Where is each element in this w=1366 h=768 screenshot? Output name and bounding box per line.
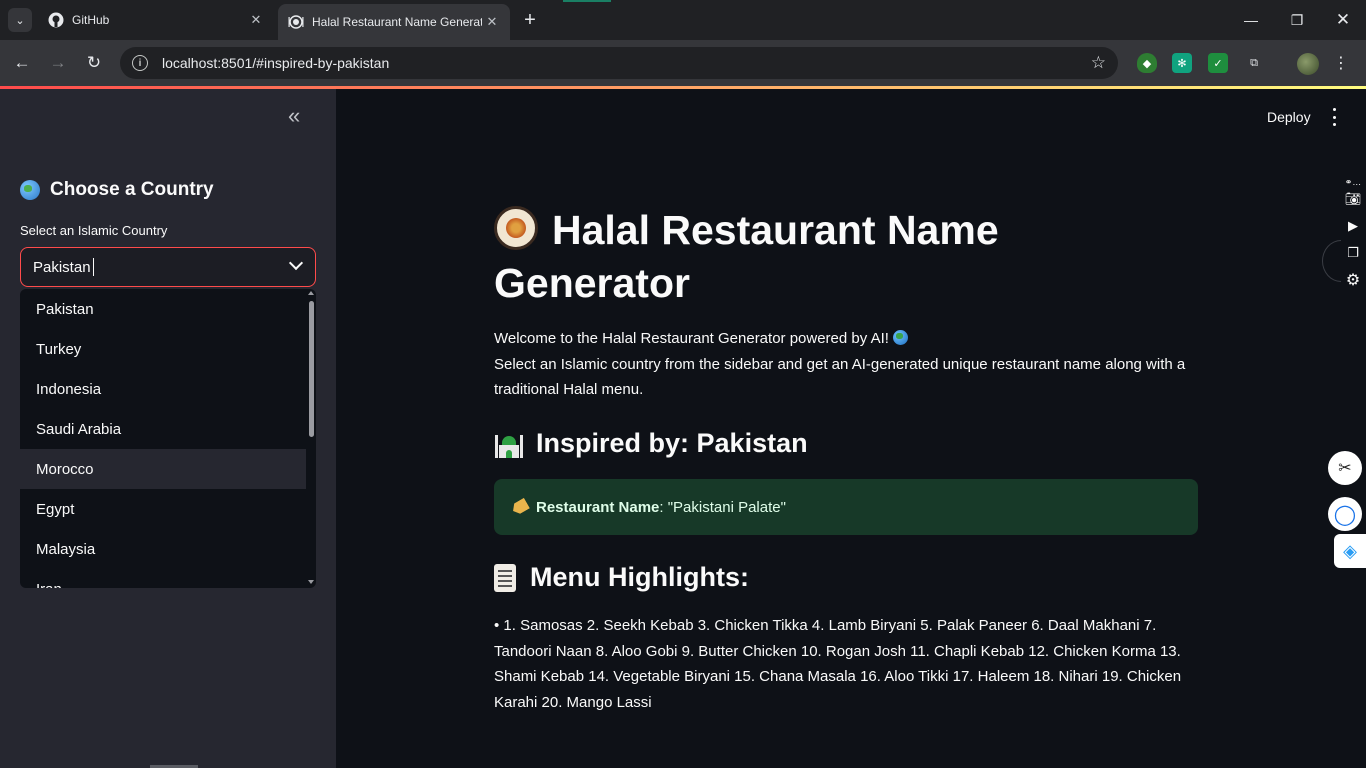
collapse-sidebar-icon[interactable]: « (288, 105, 300, 127)
dropdown-option-saudi-arabia[interactable]: Saudi Arabia (20, 409, 306, 449)
tab-github[interactable]: GitHub ✕ (38, 4, 274, 36)
url-text[interactable]: localhost:8501/#inspired-by-pakistan (162, 55, 389, 71)
label-tag-icon (510, 498, 530, 516)
new-tab-button[interactable]: + (518, 8, 542, 32)
chat-bubble-icon: ◯ (1333, 503, 1357, 526)
welcome-line-1: Welcome to the Halal Restaurant Generato… (494, 330, 889, 347)
menu-heading: Menu Highlights: (494, 562, 749, 593)
close-icon[interactable]: ✕ (246, 12, 266, 28)
restaurant-name-alert: Restaurant Name: "Pakistani Palate" (494, 479, 1198, 535)
main-menu-icon[interactable] (1326, 108, 1342, 126)
browser-toolbar: ← → ↻ i localhost:8501/#inspired-by-paki… (0, 40, 1366, 86)
tab-search-button[interactable]: ⌄ (8, 8, 32, 32)
video-camera-icon[interactable]: ▶ (1344, 218, 1362, 234)
dropdown-option-egypt[interactable]: Egypt (20, 489, 306, 529)
scroll-down-arrow[interactable] (308, 580, 314, 584)
address-bar[interactable]: i localhost:8501/#inspired-by-pakistan ☆ (120, 47, 1118, 79)
sidebar-header: Choose a Country (20, 179, 214, 201)
chevron-down-icon: ⌄ (15, 14, 25, 27)
chat-assistant-button[interactable]: ◯ (1328, 497, 1362, 531)
restaurant-name-value: : "Pakistani Palate" (659, 498, 786, 516)
country-select-value[interactable]: Pakistan (33, 259, 91, 276)
tab-title: Halal Restaurant Name Generator (312, 15, 482, 29)
camera-icon[interactable]: 📷︎ (1344, 191, 1362, 207)
sparkle-icon: ◈ (1343, 540, 1357, 561)
page-title: Halal Restaurant Name Generator (494, 204, 1114, 310)
dropdown-option-indonesia[interactable]: Indonesia (20, 369, 306, 409)
back-icon[interactable]: ← (10, 51, 34, 75)
country-select[interactable]: Pakistan (20, 247, 316, 287)
tab-group-indicator (563, 0, 611, 2)
github-icon (48, 12, 64, 28)
minimize-icon[interactable]: — (1228, 0, 1274, 40)
country-dropdown: Pakistan Turkey Indonesia Saudi Arabia M… (20, 289, 316, 588)
link-icon[interactable]: ⚭… (1344, 174, 1362, 190)
earth-globe-icon (892, 330, 908, 345)
inspired-heading: Inspired by: Pakistan (494, 428, 808, 459)
dropdown-option-malaysia[interactable]: Malaysia (20, 529, 306, 569)
chatgpt-extension-icon[interactable]: ✻ (1172, 53, 1192, 73)
chevron-down-icon[interactable] (288, 255, 304, 271)
forward-icon[interactable]: → (46, 51, 70, 75)
welcome-text: Welcome to the Halal Restaurant Generato… (494, 326, 1204, 403)
tab-title: GitHub (72, 13, 110, 27)
mosque-icon (494, 429, 524, 459)
site-info-icon[interactable]: i (132, 55, 148, 71)
dropdown-option-iran[interactable]: Iran (20, 569, 306, 589)
menu-heading-text: Menu Highlights: (530, 562, 749, 592)
reload-icon[interactable]: ↻ (82, 51, 106, 75)
shield-extension-icon[interactable]: ◆ (1137, 53, 1157, 73)
checkbox-extension-icon[interactable]: ✓ (1208, 53, 1228, 73)
bookmark-star-icon[interactable]: ☆ (1091, 53, 1106, 73)
receipt-scroll-icon (494, 563, 516, 592)
tab-halal-generator[interactable]: Halal Restaurant Name Generator ✕ (278, 4, 510, 40)
scissors-button[interactable]: ✂ (1328, 451, 1362, 485)
ai-assistant-button[interactable]: ◈ (1334, 534, 1366, 568)
welcome-line-2: Select an Islamic country from the sideb… (494, 355, 1186, 399)
extensions-puzzle-icon[interactable]: ⧉ (1244, 53, 1264, 73)
window-copy-icon[interactable]: ❐ (1344, 245, 1362, 261)
sidebar-header-text: Choose a Country (50, 179, 214, 200)
deploy-button[interactable]: Deploy (1267, 109, 1311, 125)
menu-list-text: • 1. Samosas 2. Seekh Kebab 3. Chicken T… (494, 617, 1182, 711)
window-close-icon[interactable]: ✕ (1320, 0, 1366, 40)
browser-menu-icon[interactable]: ⋮ (1331, 53, 1351, 73)
dropdown-scrollbar[interactable] (309, 301, 314, 437)
plate-icon (288, 14, 304, 30)
restaurant-name-label: Restaurant Name (536, 498, 660, 516)
curry-plate-icon (494, 206, 538, 250)
page-title-text: Halal Restaurant Name Generator (494, 207, 999, 306)
dropdown-option-pakistan[interactable]: Pakistan (20, 289, 306, 329)
gear-icon[interactable]: ⚙ (1344, 272, 1362, 289)
restore-icon[interactable]: ❐ (1274, 0, 1320, 40)
globe-icon (20, 180, 40, 200)
text-caret (92, 258, 94, 276)
close-icon[interactable]: ✕ (482, 14, 502, 30)
dropdown-option-turkey[interactable]: Turkey (20, 329, 306, 369)
country-select-label: Select an Islamic Country (20, 223, 168, 238)
sidebar: « Choose a Country Select an Islamic Cou… (0, 89, 336, 768)
profile-avatar[interactable] (1297, 53, 1319, 75)
dropdown-option-morocco[interactable]: Morocco (20, 449, 306, 489)
inspired-heading-text: Inspired by: Pakistan (536, 428, 808, 458)
scroll-up-arrow[interactable] (308, 291, 314, 295)
browser-tab-bar: ⌄ GitHub ✕ Halal Restaurant Name Generat… (0, 0, 1366, 40)
scissors-icon: ✂ (1338, 460, 1352, 477)
